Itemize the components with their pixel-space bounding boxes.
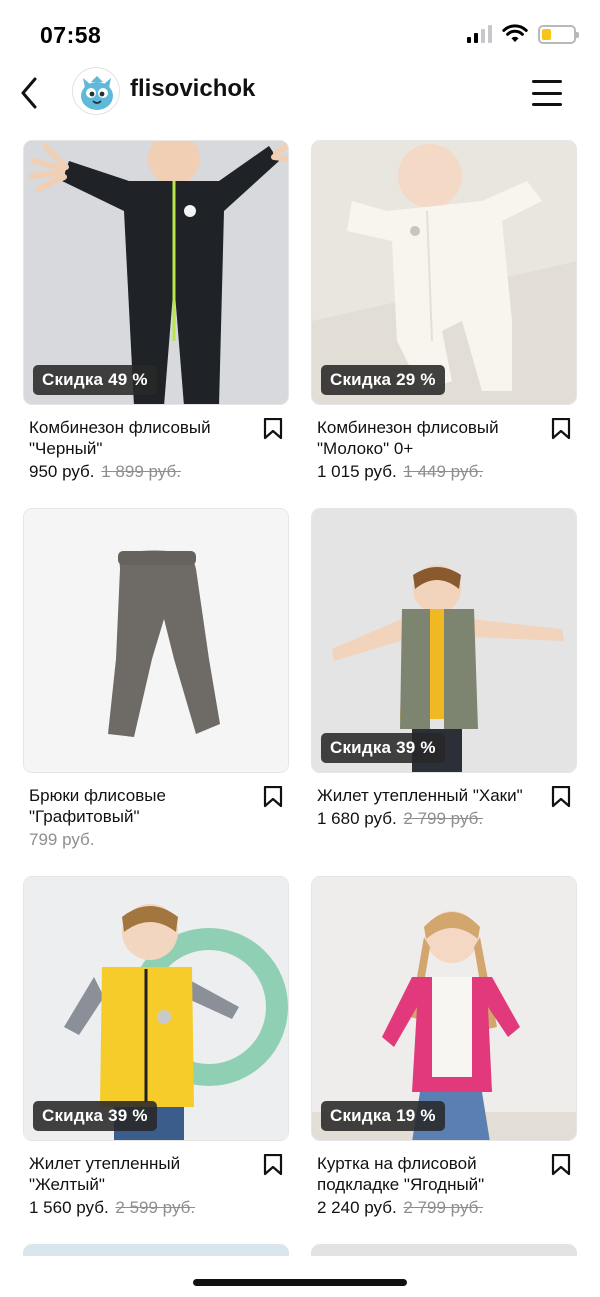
product-card[interactable]: Скидка 39 % Жилет утепленный "Желтый" 1 … [23, 876, 289, 1218]
product-info: Брюки флисовые "Графитовый" 799 руб. [23, 773, 289, 850]
product-info: Комбинезон флисовый "Черный" 950 руб. 1 … [23, 405, 289, 482]
status-time: 07:58 [40, 22, 102, 48]
signal-icon [467, 25, 492, 43]
discount-badge: Скидка 39 % [321, 733, 445, 763]
current-price: 1 680 руб. [317, 809, 397, 828]
product-name[interactable]: Комбинезон флисовый "Молоко" 0+ [317, 417, 542, 459]
discount-badge: Скидка 49 % [33, 365, 157, 395]
product-price: 2 240 руб. 2 799 руб. [317, 1198, 577, 1218]
home-indicator[interactable] [193, 1279, 407, 1286]
product-photo[interactable]: Скидка 49 % [23, 140, 289, 405]
product-card[interactable]: Брюки флисовые "Графитовый" 799 руб. [23, 508, 289, 850]
current-price: 1 560 руб. [29, 1198, 109, 1217]
bookmark-icon[interactable] [551, 786, 571, 808]
status-icons [467, 24, 579, 44]
product-card[interactable]: Скидка 49 % Комбинезон флисовый "Черный"… [23, 140, 289, 482]
product-image-graphite-pants [24, 509, 288, 772]
brand-logo-icon [81, 76, 113, 110]
next-product-photo-partial[interactable] [311, 1244, 577, 1256]
current-price: 799 руб. [29, 830, 95, 849]
product-name[interactable]: Брюки флисовые "Графитовый" [29, 785, 254, 827]
product-card[interactable]: Скидка 19 % Куртка на флисовой подкладке… [311, 876, 577, 1218]
discount-badge: Скидка 29 % [321, 365, 445, 395]
product-photo[interactable]: Скидка 29 % [311, 140, 577, 405]
product-photo[interactable]: Скидка 39 % [311, 508, 577, 773]
product-photo[interactable]: Скидка 39 % [23, 876, 289, 1141]
product-card[interactable]: Скидка 29 % Комбинезон флисовый "Молоко"… [311, 140, 577, 482]
back-button[interactable] [14, 74, 44, 112]
discount-badge: Скидка 19 % [321, 1101, 445, 1131]
product-photo[interactable] [23, 508, 289, 773]
product-price: 950 руб. 1 899 руб. [29, 462, 289, 482]
bookmark-icon[interactable] [551, 418, 571, 440]
bookmark-icon[interactable] [551, 1154, 571, 1176]
product-card[interactable]: Скидка 39 % Жилет утепленный "Хаки" 1 68… [311, 508, 577, 829]
profile-header: flisovichok [0, 64, 600, 122]
product-price: 1 015 руб. 1 449 руб. [317, 462, 577, 482]
old-price: 1 449 руб. [403, 462, 484, 481]
product-name[interactable]: Комбинезон флисовый "Черный" [29, 417, 254, 459]
product-price: 1 560 руб. 2 599 руб. [29, 1198, 289, 1218]
current-price: 1 015 руб. [317, 462, 397, 481]
old-price: 1 899 руб. [101, 462, 181, 481]
bookmark-icon[interactable] [263, 786, 283, 808]
product-price: 799 руб. [29, 830, 289, 850]
next-product-photo-partial[interactable] [23, 1244, 289, 1256]
product-price: 1 680 руб. 2 799 руб. [317, 809, 577, 829]
discount-badge: Скидка 39 % [33, 1101, 157, 1131]
chevron-left-icon [21, 77, 37, 109]
bookmark-icon[interactable] [263, 418, 283, 440]
old-price: 2 799 руб. [403, 1198, 484, 1217]
product-name[interactable]: Жилет утепленный "Хаки" [317, 785, 542, 806]
current-price: 950 руб. [29, 462, 95, 481]
product-photo[interactable]: Скидка 19 % [311, 876, 577, 1141]
product-info: Куртка на флисовой подкладке "Ягодный" 2… [311, 1141, 577, 1218]
bookmark-icon[interactable] [263, 1154, 283, 1176]
product-name[interactable]: Куртка на флисовой подкладке "Ягодный" [317, 1153, 542, 1195]
battery-icon [538, 24, 579, 44]
old-price: 2 799 руб. [403, 809, 484, 828]
wifi-icon [502, 24, 528, 42]
profile-username[interactable]: flisovichok [130, 75, 255, 103]
status-bar: 07:58 [0, 0, 600, 64]
product-info: Жилет утепленный "Желтый" 1 560 руб. 2 5… [23, 1141, 289, 1218]
product-info: Комбинезон флисовый "Молоко" 0+ 1 015 ру… [311, 405, 577, 482]
product-name[interactable]: Жилет утепленный "Желтый" [29, 1153, 254, 1195]
product-info: Жилет утепленный "Хаки" 1 680 руб. 2 799… [311, 773, 577, 829]
old-price: 2 599 руб. [115, 1198, 196, 1217]
avatar[interactable] [72, 67, 120, 115]
hamburger-menu-icon[interactable] [532, 80, 562, 106]
current-price: 2 240 руб. [317, 1198, 397, 1217]
